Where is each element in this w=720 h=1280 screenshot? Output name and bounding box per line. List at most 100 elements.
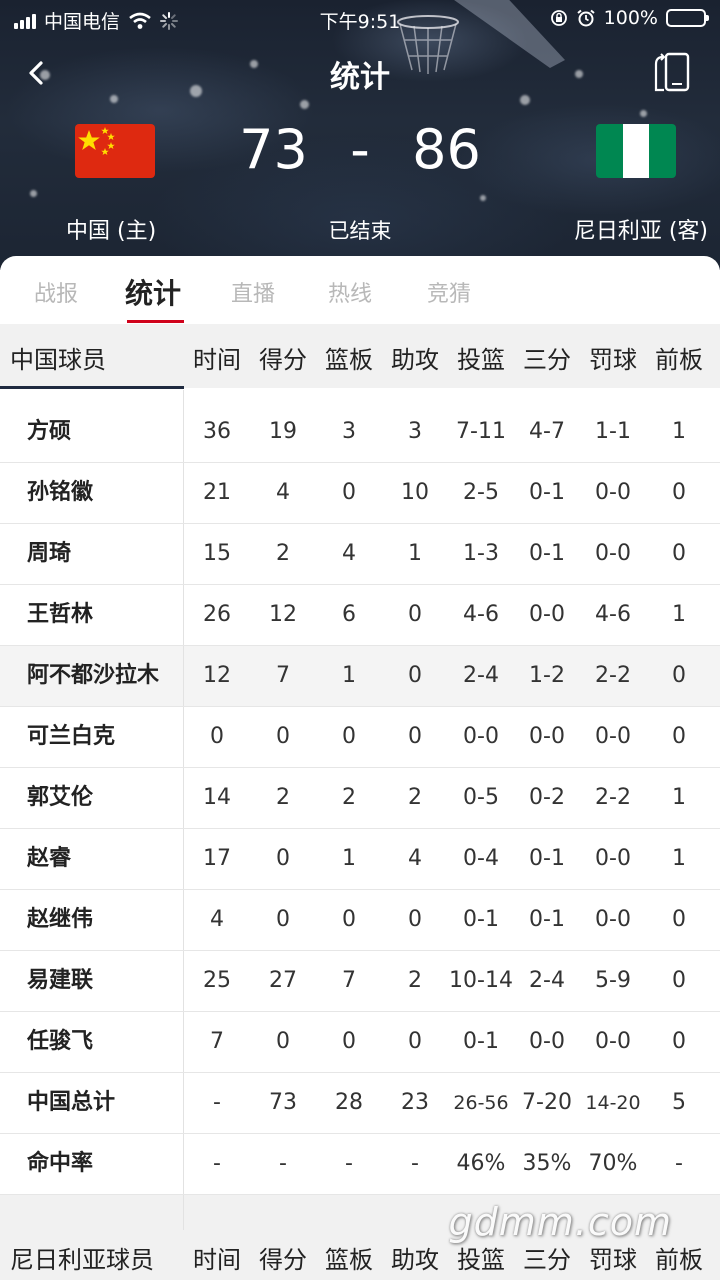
column-header: 罚球 <box>589 1246 637 1274</box>
arena-light <box>520 95 530 105</box>
percentage-row: 命中率 - - - - 46% 35% 70% - <box>0 1134 720 1195</box>
stat-cell: 36 <box>203 419 231 444</box>
stat-cell: 7 <box>342 968 356 993</box>
column-header: 时间 <box>193 346 241 374</box>
tab-stats[interactable]: 统计 <box>125 272 181 312</box>
arena-light <box>110 95 118 103</box>
player-name[interactable]: 赵继伟 <box>0 890 184 950</box>
player-name[interactable]: 孙铭徽 <box>0 463 184 523</box>
player-name[interactable]: 赵睿 <box>0 829 184 889</box>
stat-cell: 3 <box>408 419 422 444</box>
arena-light <box>640 110 647 117</box>
stat-cell: 25 <box>203 968 231 993</box>
player-name[interactable]: 可兰白克 <box>0 707 184 767</box>
battery-icon <box>666 9 709 27</box>
stat-cell: 27 <box>269 968 297 993</box>
table-spacer <box>0 390 720 402</box>
stat-cell: 1 <box>342 663 356 688</box>
stat-cell: 23 <box>401 1090 429 1115</box>
stat-cell: 1 <box>672 419 686 444</box>
stat-cell: 7 <box>276 663 290 688</box>
player-stats-table: 方硕 36 19 3 3 7-11 4-7 1-1 1 孙铭徽 21 4 0 10 2-5 0-1 0-0 0 周琦… <box>0 402 720 1195</box>
player-name[interactable]: 王哲林 <box>0 585 184 645</box>
stat-cell: 0 <box>342 724 356 749</box>
stat-cell: 0 <box>342 480 356 505</box>
column-header: 前板 <box>655 1246 703 1274</box>
signal-icon <box>14 13 36 29</box>
away-team-name: 尼日利亚 (客) <box>573 219 708 244</box>
loading-icon <box>160 11 179 30</box>
stat-cell: 0 <box>672 907 686 932</box>
column-header: 助攻 <box>391 346 439 374</box>
home-score: 73 <box>239 118 308 181</box>
stat-cell: 0 <box>672 724 686 749</box>
player-name[interactable]: 周琦 <box>0 524 184 584</box>
player-name[interactable]: 阿不都沙拉木 <box>0 646 184 706</box>
stat-cell: 2-5 <box>463 480 499 505</box>
stat-cell: 0-5 <box>463 785 499 810</box>
stat-cell: 2-4 <box>463 663 499 688</box>
stat-cell: 0 <box>672 663 686 688</box>
column-header: 前板 <box>655 346 703 374</box>
stat-cell: 10 <box>401 480 429 505</box>
player-name[interactable]: 方硕 <box>0 402 184 462</box>
rotate-screen-icon[interactable] <box>652 50 694 94</box>
nigeria-flag-icon <box>596 124 676 178</box>
stat-cell: 0-4 <box>463 846 499 871</box>
player-name[interactable]: 任骏飞 <box>0 1012 184 1072</box>
column-header: 罚球 <box>589 346 637 374</box>
status-bar: 中国电信 下午9:51 100% <box>0 0 720 36</box>
player-column-header: 尼日利亚球员 <box>10 1246 154 1274</box>
table-row: 可兰白克 0 0 0 0 0-0 0-0 0-0 0 <box>0 707 720 768</box>
stat-cell: - <box>675 1151 683 1176</box>
stat-cell: 0-0 <box>529 602 565 627</box>
stat-cell: 0-0 <box>463 724 499 749</box>
battery-percent: 100% <box>603 7 658 29</box>
player-name[interactable]: 易建联 <box>0 951 184 1011</box>
stat-cell: - <box>213 1090 221 1115</box>
away-score: 86 <box>412 118 481 181</box>
carrier-label: 中国电信 <box>44 11 121 33</box>
stat-cell: 0 <box>276 846 290 871</box>
tab-hotline[interactable]: 热线 <box>328 276 372 308</box>
tab-bar: 战报 统计 直播 热线 竞猜 <box>0 256 720 324</box>
player-name[interactable]: 郭艾伦 <box>0 768 184 828</box>
stat-cell: 73 <box>269 1090 297 1115</box>
stat-cell: 0 <box>276 907 290 932</box>
tab-live[interactable]: 直播 <box>231 276 275 308</box>
stat-cell: 1-1 <box>595 419 631 444</box>
column-header: 得分 <box>259 346 307 374</box>
stat-cell: 0-0 <box>595 846 631 871</box>
tab-report[interactable]: 战报 <box>34 276 78 308</box>
stat-cell: 14 <box>203 785 231 810</box>
stat-cell: 0 <box>276 1029 290 1054</box>
tab-betting[interactable]: 竞猜 <box>427 276 471 308</box>
stat-cell: 0-1 <box>463 1029 499 1054</box>
stat-cell: 6 <box>342 602 356 627</box>
column-header: 投篮 <box>457 1246 505 1274</box>
stat-cell: 1 <box>672 846 686 871</box>
player-column-indicator <box>0 386 184 389</box>
column-header: 时间 <box>193 1246 241 1274</box>
stat-cell: 15 <box>203 541 231 566</box>
stat-cell: - <box>411 1151 419 1176</box>
stat-cell: 4-6 <box>463 602 499 627</box>
table-row: 任骏飞 7 0 0 0 0-1 0-0 0-0 0 <box>0 1012 720 1073</box>
stat-cell: 0 <box>408 663 422 688</box>
arena-light <box>300 100 309 109</box>
stat-cell: 0-0 <box>595 541 631 566</box>
stat-cell: 4-7 <box>529 419 565 444</box>
stat-cell: 2 <box>408 785 422 810</box>
stat-cell: 0 <box>408 907 422 932</box>
stat-cell: 2-4 <box>529 968 565 993</box>
stat-cell: 0 <box>276 724 290 749</box>
stat-cell: 1 <box>672 602 686 627</box>
stat-cell: 0 <box>210 724 224 749</box>
stat-cell: 0 <box>672 480 686 505</box>
orientation-lock-icon <box>550 10 567 26</box>
arena-light <box>30 190 37 197</box>
stat-cell: 1-2 <box>529 663 565 688</box>
stat-cell: 0 <box>342 907 356 932</box>
stat-cell: 0-0 <box>529 1029 565 1054</box>
stat-cell: 0-0 <box>595 1029 631 1054</box>
